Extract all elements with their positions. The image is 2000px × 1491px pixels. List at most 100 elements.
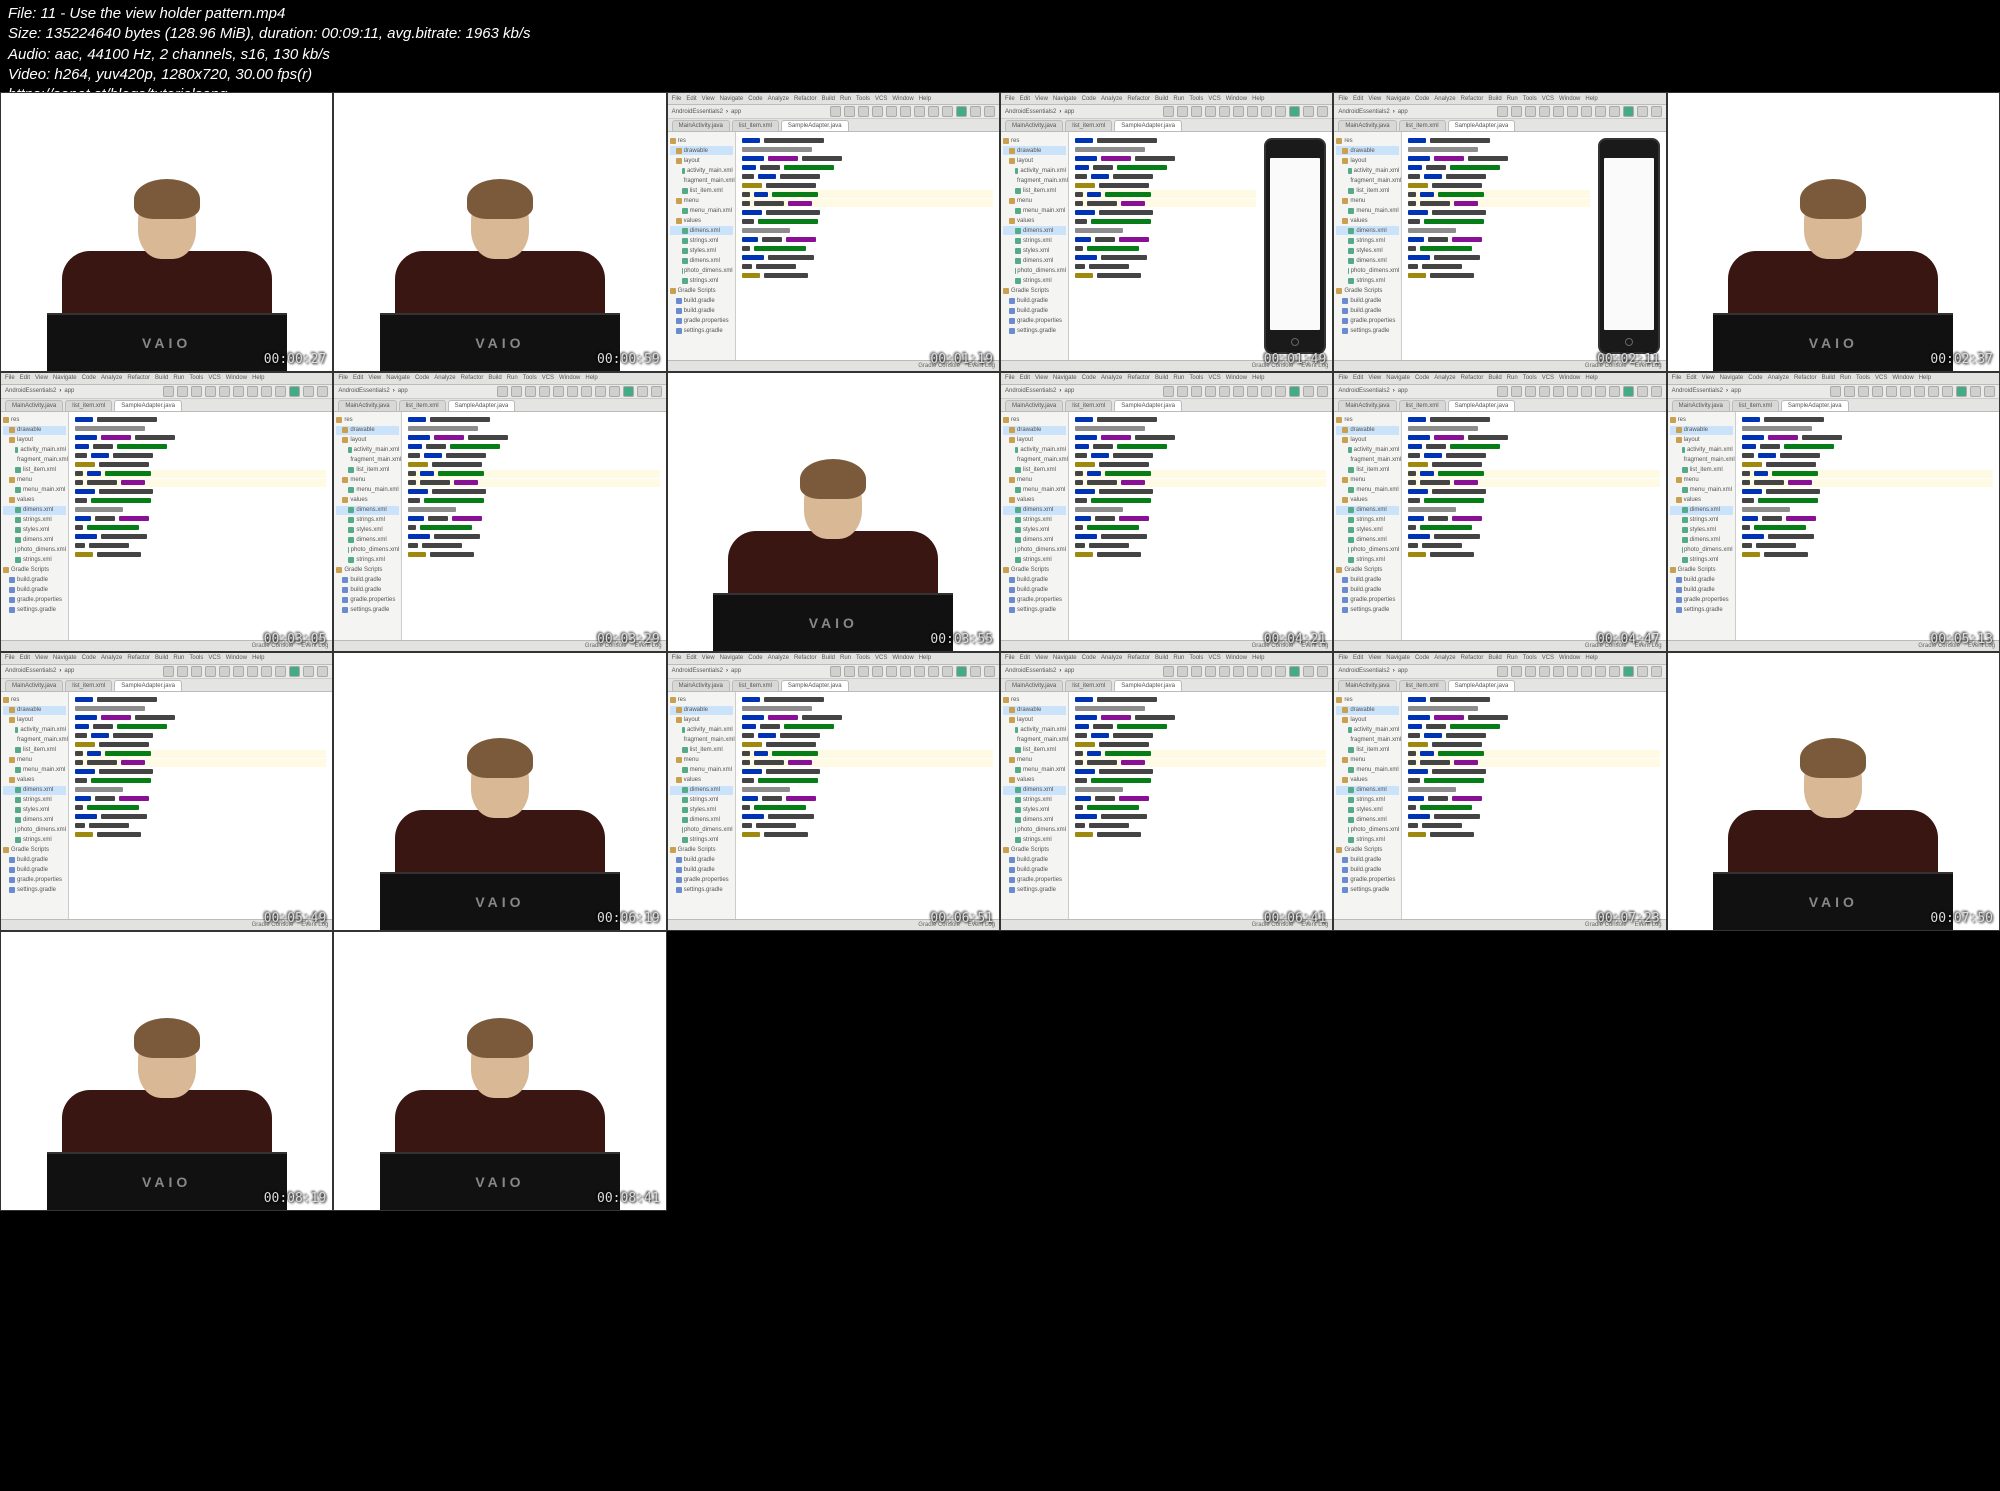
toolbar-button[interactable] — [900, 666, 911, 677]
editor-tab[interactable]: SampleAdapter.java — [781, 680, 849, 691]
tree-item[interactable]: build.gradle — [1003, 306, 1066, 315]
tree-item[interactable]: list_item.xml — [336, 466, 399, 475]
tree-item[interactable]: list_item.xml — [670, 186, 733, 195]
tree-item[interactable]: dimens.xml — [336, 536, 399, 545]
tree-item[interactable]: fragment_main.xml — [1670, 456, 1733, 465]
toolbar-button[interactable] — [1219, 666, 1230, 677]
menu-item[interactable]: File — [1005, 96, 1015, 102]
tree-item[interactable]: dimens.xml — [1003, 816, 1066, 825]
toolbar-button[interactable] — [1163, 386, 1174, 397]
tree-item[interactable]: settings.gradle — [3, 886, 66, 895]
tree-item[interactable]: activity_main.xml — [1003, 726, 1066, 735]
tree-item[interactable]: build.gradle — [336, 586, 399, 595]
tree-item[interactable]: res — [3, 696, 66, 705]
tree-item[interactable]: dimens.xml — [3, 786, 66, 795]
menu-item[interactable]: File — [5, 655, 15, 661]
editor-tab[interactable]: list_item.xml — [732, 120, 779, 131]
menu-item[interactable]: Tools — [1189, 375, 1203, 381]
menu-item[interactable]: VCS — [208, 655, 220, 661]
tree-item[interactable]: drawable — [3, 426, 66, 435]
menu-item[interactable]: VCS — [1208, 655, 1220, 661]
tree-item[interactable]: menu_main.xml — [3, 486, 66, 495]
menu-item[interactable]: Edit — [1020, 96, 1030, 102]
tree-item[interactable]: dimens.xml — [670, 786, 733, 795]
menu-item[interactable]: Help — [1585, 375, 1597, 381]
tree-item[interactable]: styles.xml — [336, 526, 399, 535]
menu-item[interactable]: Edit — [1686, 375, 1696, 381]
tree-item[interactable]: values — [1003, 496, 1066, 505]
editor-tab[interactable]: MainActivity.java — [672, 120, 730, 131]
toolbar-button[interactable] — [914, 106, 925, 117]
toolbar-button[interactable] — [1525, 106, 1536, 117]
tree-item[interactable]: gradle.properties — [1336, 316, 1399, 325]
tree-item[interactable]: drawable — [336, 426, 399, 435]
toolbar-button[interactable] — [317, 666, 328, 677]
menu-item[interactable]: Analyze — [1768, 375, 1789, 381]
toolbar-button[interactable] — [928, 106, 939, 117]
menu-item[interactable]: Navigate — [1053, 655, 1077, 661]
toolbar-button[interactable] — [1261, 666, 1272, 677]
tree-item[interactable]: res — [1003, 696, 1066, 705]
toolbar-button[interactable] — [275, 386, 286, 397]
menu-item[interactable]: Analyze — [1434, 96, 1455, 102]
toolbar-button[interactable] — [844, 666, 855, 677]
toolbar-button[interactable] — [1511, 386, 1522, 397]
tree-item[interactable]: photo_dimens.xml — [1003, 826, 1066, 835]
toolbar-button[interactable] — [1497, 386, 1508, 397]
toolbar-button[interactable] — [247, 386, 258, 397]
toolbar-button[interactable] — [1539, 666, 1550, 677]
tree-item[interactable]: gradle.properties — [670, 316, 733, 325]
toolbar-button[interactable] — [1163, 666, 1174, 677]
tree-item[interactable]: photo_dimens.xml — [1336, 266, 1399, 275]
tree-item[interactable]: strings.xml — [1003, 796, 1066, 805]
tree-item[interactable]: styles.xml — [1336, 526, 1399, 535]
tree-item[interactable]: dimens.xml — [1003, 786, 1066, 795]
project-tree[interactable]: resdrawablelayoutactivity_main.xmlfragme… — [1001, 412, 1069, 640]
menu-item[interactable]: Code — [415, 375, 429, 381]
menu-item[interactable]: Analyze — [101, 375, 122, 381]
menu-item[interactable]: Help — [1585, 96, 1597, 102]
tree-item[interactable]: strings.xml — [1003, 836, 1066, 845]
menu-item[interactable]: File — [5, 375, 15, 381]
tree-item[interactable]: strings.xml — [1336, 276, 1399, 285]
menu-item[interactable]: Edit — [353, 375, 363, 381]
tree-item[interactable]: strings.xml — [1003, 236, 1066, 245]
menu-item[interactable]: Tools — [1856, 375, 1870, 381]
tree-item[interactable]: fragment_main.xml — [1003, 176, 1066, 185]
menu-item[interactable]: Code — [1415, 375, 1429, 381]
editor-tab[interactable]: SampleAdapter.java — [1448, 400, 1516, 411]
toolbar-button[interactable] — [956, 106, 967, 117]
tree-item[interactable]: menu_main.xml — [1670, 486, 1733, 495]
project-tree[interactable]: resdrawablelayoutactivity_main.xmlfragme… — [1334, 412, 1402, 640]
toolbar-button[interactable] — [1984, 386, 1995, 397]
tree-item[interactable]: build.gradle — [3, 866, 66, 875]
menu-item[interactable]: File — [672, 655, 682, 661]
menu-item[interactable]: Run — [1173, 96, 1184, 102]
tree-item[interactable]: Gradle Scripts — [1003, 566, 1066, 575]
tree-item[interactable]: values — [1336, 216, 1399, 225]
toolbar-button[interactable] — [233, 666, 244, 677]
toolbar-button[interactable] — [1609, 106, 1620, 117]
tree-item[interactable]: build.gradle — [1336, 306, 1399, 315]
tree-item[interactable]: strings.xml — [3, 836, 66, 845]
tree-item[interactable]: layout — [3, 436, 66, 445]
menu-item[interactable]: Navigate — [720, 96, 744, 102]
tree-item[interactable]: build.gradle — [1336, 866, 1399, 875]
menu-item[interactable]: File — [1338, 655, 1348, 661]
toolbar-button[interactable] — [914, 666, 925, 677]
menu-item[interactable]: Build — [488, 375, 501, 381]
editor-tab[interactable]: list_item.xml — [732, 680, 779, 691]
tree-item[interactable]: dimens.xml — [1003, 256, 1066, 265]
tree-item[interactable]: photo_dimens.xml — [3, 546, 66, 555]
toolbar-button[interactable] — [177, 666, 188, 677]
menu-item[interactable]: Navigate — [53, 655, 77, 661]
tree-item[interactable]: build.gradle — [1336, 576, 1399, 585]
tree-item[interactable]: build.gradle — [3, 586, 66, 595]
menu-item[interactable]: Build — [1155, 96, 1168, 102]
code-editor[interactable] — [402, 412, 665, 640]
menu-item[interactable]: Run — [173, 655, 184, 661]
menu-item[interactable]: Help — [1252, 375, 1264, 381]
toolbar-button[interactable] — [1247, 106, 1258, 117]
tree-item[interactable]: menu_main.xml — [1336, 486, 1399, 495]
menu-item[interactable]: Help — [1252, 655, 1264, 661]
